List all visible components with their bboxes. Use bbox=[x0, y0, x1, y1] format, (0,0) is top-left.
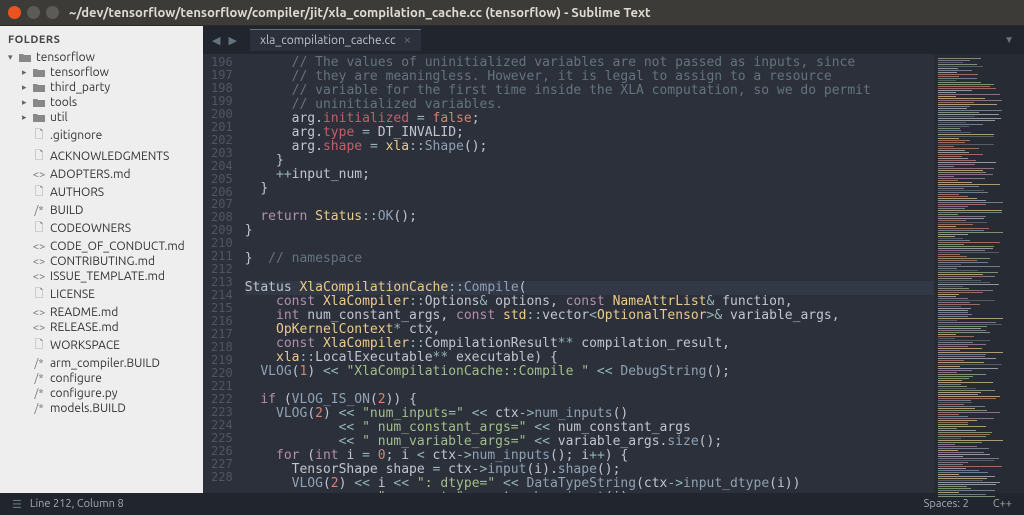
tree-item-label: configure.py bbox=[50, 387, 118, 400]
file-icon: <> bbox=[32, 322, 46, 334]
file-item[interactable]: /* models.BUILD bbox=[0, 401, 203, 416]
file-item[interactable]: <> README.md bbox=[0, 305, 203, 320]
file-icon: 🗋 bbox=[32, 285, 46, 304]
file-item[interactable]: <> ADOPTERS.md bbox=[0, 167, 203, 182]
file-item[interactable]: /* configure.py bbox=[0, 386, 203, 401]
status-syntax[interactable]: C++ bbox=[993, 498, 1012, 510]
tree-item-label: util bbox=[50, 111, 68, 124]
file-icon: <> bbox=[32, 256, 46, 268]
window-controls bbox=[8, 6, 59, 19]
tree-item-label: tensorflow bbox=[50, 66, 109, 79]
tab-close-icon[interactable]: × bbox=[404, 34, 411, 47]
tree-item-label: BUILD bbox=[50, 204, 83, 217]
disclosure-icon[interactable]: ▸ bbox=[22, 67, 32, 78]
tree-item-label: WORKSPACE bbox=[50, 339, 120, 352]
tree-item-label: README.md bbox=[50, 306, 118, 319]
file-item[interactable]: <> CODE_OF_CONDUCT.md bbox=[0, 239, 203, 254]
status-menu-icon[interactable]: ☰ bbox=[12, 498, 22, 511]
file-icon: 🗋 bbox=[32, 183, 46, 202]
tree-item-label: ACKNOWLEDGMENTS bbox=[50, 150, 169, 163]
file-item[interactable]: <> RELEASE.md bbox=[0, 320, 203, 335]
file-item[interactable]: <> ISSUE_TEMPLATE.md bbox=[0, 269, 203, 284]
tab-active[interactable]: xla_compilation_cache.cc × bbox=[250, 29, 421, 51]
file-icon: /* bbox=[32, 373, 46, 385]
sidebar[interactable]: FOLDERS ▾ tensorflow ▸ tensorflow ▸ third_par… bbox=[0, 26, 203, 493]
file-item[interactable]: 🗋 WORKSPACE bbox=[0, 335, 203, 356]
window-maximize-button[interactable] bbox=[46, 6, 59, 19]
tabbar-dropdown-icon[interactable]: ▼ bbox=[994, 34, 1024, 46]
tree-item-label: ISSUE_TEMPLATE.md bbox=[50, 270, 165, 283]
code-editor[interactable]: // The values of uninitialized variables… bbox=[245, 54, 934, 493]
folder-item[interactable]: ▸ util bbox=[0, 110, 203, 125]
file-item[interactable]: <> CONTRIBUTING.md bbox=[0, 254, 203, 269]
folder-icon bbox=[32, 113, 46, 123]
tree-item-label: configure bbox=[50, 372, 102, 385]
file-icon: 🗋 bbox=[32, 219, 46, 238]
disclosure-icon[interactable]: ▸ bbox=[22, 112, 32, 123]
window-title: ~/dev/tensorflow/tensorflow/compiler/jit… bbox=[69, 6, 651, 20]
file-icon: /* bbox=[32, 403, 46, 415]
file-icon: <> bbox=[32, 241, 46, 253]
folder-icon bbox=[32, 83, 46, 93]
tree-item-label: AUTHORS bbox=[50, 186, 104, 199]
tab-history-back-icon[interactable]: ◀ bbox=[209, 34, 223, 47]
titlebar: ~/dev/tensorflow/tensorflow/compiler/jit… bbox=[0, 0, 1024, 26]
gutter: 1961971981992002012022032042052062072082… bbox=[203, 54, 245, 493]
file-item[interactable]: 🗋 .gitignore bbox=[0, 125, 203, 146]
tree-item-label: tensorflow bbox=[36, 51, 95, 64]
tree-item-label: ADOPTERS.md bbox=[50, 168, 130, 181]
tree-item-label: models.BUILD bbox=[50, 402, 126, 415]
file-icon: /* bbox=[32, 358, 46, 370]
tree-item-label: CODEOWNERS bbox=[50, 222, 131, 235]
tree-item-label: CODE_OF_CONDUCT.md bbox=[50, 240, 185, 253]
statusbar: ☰ Line 212, Column 8 Spaces: 2 C++ bbox=[0, 493, 1024, 515]
file-item[interactable]: 🗋 CODEOWNERS bbox=[0, 218, 203, 239]
file-icon: /* bbox=[32, 205, 46, 217]
tree-item-label: CONTRIBUTING.md bbox=[50, 255, 155, 268]
tree-item-label: LICENSE bbox=[50, 288, 95, 301]
file-item[interactable]: /* configure bbox=[0, 371, 203, 386]
file-item[interactable]: 🗋 AUTHORS bbox=[0, 182, 203, 203]
folder-icon bbox=[32, 98, 46, 108]
tree-item-label: RELEASE.md bbox=[50, 321, 119, 334]
file-item[interactable]: /* BUILD bbox=[0, 203, 203, 218]
folder-tree: ▾ tensorflow ▸ tensorflow ▸ third_party ▸ tools… bbox=[0, 50, 203, 416]
file-icon: <> bbox=[32, 307, 46, 319]
file-item[interactable]: 🗋 LICENSE bbox=[0, 284, 203, 305]
disclosure-icon[interactable]: ▾ bbox=[8, 52, 18, 63]
file-item[interactable]: /* arm_compiler.BUILD bbox=[0, 356, 203, 371]
folder-icon bbox=[18, 53, 32, 63]
tabbar: ◀ ▶ xla_compilation_cache.cc × ▼ bbox=[203, 26, 1024, 54]
file-icon: /* bbox=[32, 388, 46, 400]
file-icon: <> bbox=[32, 271, 46, 283]
tree-item-label: third_party bbox=[50, 81, 110, 94]
minimap[interactable] bbox=[934, 54, 1024, 493]
folder-item[interactable]: ▸ third_party bbox=[0, 80, 203, 95]
window-close-button[interactable] bbox=[8, 6, 21, 19]
folder-item[interactable]: ▾ tensorflow bbox=[0, 50, 203, 65]
folder-icon bbox=[32, 68, 46, 78]
tab-history-forward-icon[interactable]: ▶ bbox=[225, 34, 239, 47]
tree-item-label: .gitignore bbox=[50, 129, 102, 142]
folder-item[interactable]: ▸ tools bbox=[0, 95, 203, 110]
tree-item-label: tools bbox=[50, 96, 77, 109]
file-icon: 🗋 bbox=[32, 147, 46, 166]
disclosure-icon[interactable]: ▸ bbox=[22, 82, 32, 93]
status-spaces[interactable]: Spaces: 2 bbox=[924, 498, 969, 510]
status-cursor: Line 212, Column 8 bbox=[30, 498, 124, 510]
file-icon: 🗋 bbox=[32, 336, 46, 355]
disclosure-icon[interactable]: ▸ bbox=[22, 97, 32, 108]
file-item[interactable]: 🗋 ACKNOWLEDGMENTS bbox=[0, 146, 203, 167]
file-icon: 🗋 bbox=[32, 126, 46, 145]
tree-item-label: arm_compiler.BUILD bbox=[50, 357, 160, 370]
folder-item[interactable]: ▸ tensorflow bbox=[0, 65, 203, 80]
file-icon: <> bbox=[32, 169, 46, 181]
tab-label: xla_compilation_cache.cc bbox=[260, 34, 396, 47]
window-minimize-button[interactable] bbox=[27, 6, 40, 19]
sidebar-header: FOLDERS bbox=[0, 32, 203, 50]
